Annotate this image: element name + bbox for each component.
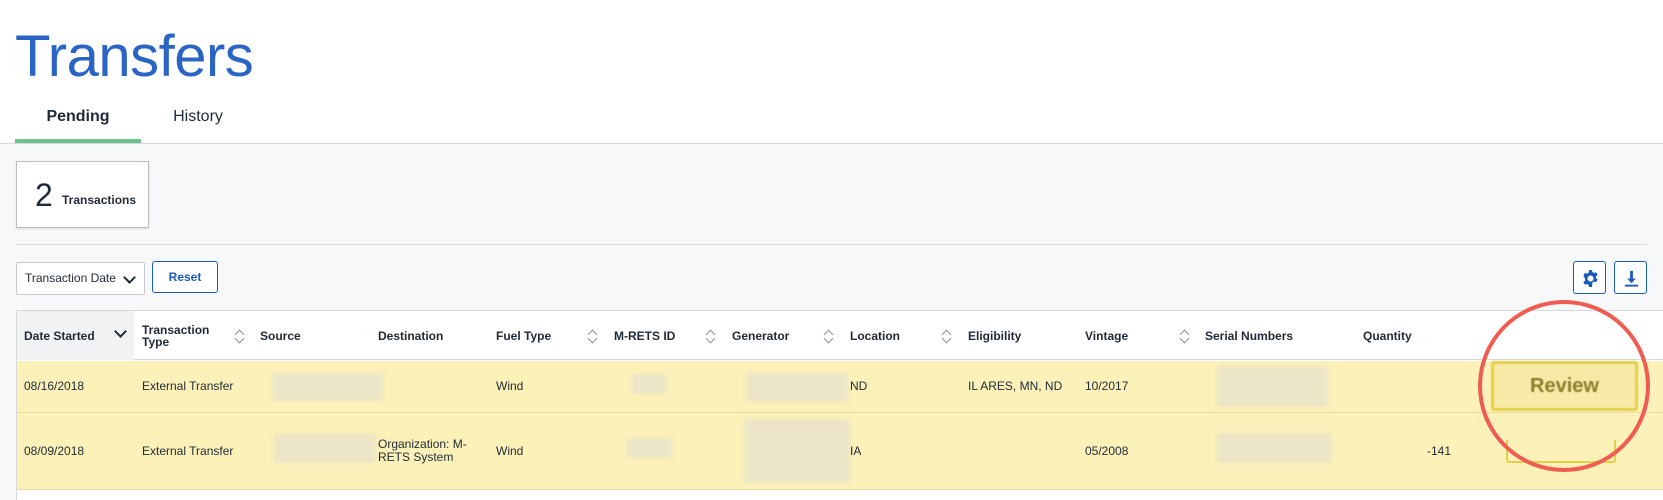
download-button[interactable] (1614, 261, 1647, 294)
review-button-secondary[interactable] (1506, 440, 1616, 463)
transaction-count-label: Transactions (62, 193, 137, 207)
cell-date-started: 08/16/2018 (17, 361, 134, 412)
sort-icon (234, 328, 246, 344)
col-mrets-id[interactable]: M-RETS ID (614, 311, 724, 360)
col-location[interactable]: Location (850, 311, 960, 360)
page-title: Transfers (15, 24, 254, 89)
col-date-started[interactable]: Date Started (17, 311, 134, 360)
redacted-mrets-id (627, 438, 672, 458)
col-serial-numbers-label: Serial Numbers (1205, 328, 1294, 343)
sort-icon (823, 328, 835, 344)
redacted-source (274, 434, 376, 463)
active-tab-indicator (15, 139, 141, 143)
cell-fuel-type: Wind (496, 443, 524, 458)
chevron-down-icon (123, 271, 136, 284)
sort-icon (1179, 328, 1191, 344)
col-transaction-type-label: Transaction Type (142, 322, 210, 349)
cell-destination: Organization: M-RETS System (378, 437, 467, 464)
table-row[interactable]: 08/09/2018 External Transfer Organizatio… (17, 413, 1663, 490)
sort-select[interactable]: Transaction Date (16, 262, 145, 295)
transaction-count-card: 2 Transactions (16, 161, 149, 228)
download-icon (1624, 270, 1639, 287)
col-transaction-type[interactable]: Transaction Type (142, 311, 247, 360)
table-row[interactable]: 08/16/2018 External Transfer Wind ND IL … (17, 361, 1663, 413)
table-header-row: Date Started Transaction Type Source Des… (17, 311, 1663, 360)
redacted-generator (746, 373, 848, 402)
sort-icon (587, 328, 599, 344)
col-destination-label: Destination (378, 328, 444, 343)
col-fuel-type-label: Fuel Type (496, 328, 552, 343)
col-fuel-type[interactable]: Fuel Type (496, 311, 606, 360)
cell-vintage: 05/2008 (1085, 443, 1129, 458)
sort-icon (941, 328, 953, 344)
page-header: Transfers Pending History (0, 0, 1663, 144)
cell-location: ND (850, 379, 868, 393)
col-vintage[interactable]: Vintage (1085, 311, 1195, 360)
transaction-count: 2 (35, 177, 53, 213)
cell-quantity: -141 (1427, 443, 1452, 458)
col-serial-numbers: Serial Numbers (1205, 311, 1345, 360)
cell-fuel-type: Wind (496, 379, 524, 393)
redacted-mrets-id (631, 374, 667, 394)
col-quantity: Quantity (1363, 311, 1463, 360)
reset-button[interactable]: Reset (152, 261, 218, 293)
tab-pending[interactable]: Pending (15, 104, 141, 144)
cell-location: IA (850, 443, 862, 458)
col-eligibility: Eligibility (968, 311, 1078, 360)
section-divider (16, 244, 1647, 245)
col-generator[interactable]: Generator (732, 311, 842, 360)
col-vintage-label: Vintage (1085, 328, 1129, 343)
gear-icon (1583, 269, 1598, 288)
col-source: Source (260, 311, 370, 360)
redacted-generator (744, 419, 850, 483)
cell-transaction-type: External Transfer (142, 443, 234, 458)
sort-select-value: Transaction Date (25, 271, 116, 285)
col-mrets-id-label: M-RETS ID (614, 328, 676, 343)
cell-vintage: 10/2017 (1085, 379, 1129, 393)
col-date-started-label: Date Started (24, 328, 95, 343)
cell-eligibility: IL ARES, MN, ND (968, 379, 1063, 393)
cell-date-started: 08/09/2018 (17, 413, 134, 489)
transactions-table: Date Started Transaction Type Source Des… (16, 310, 1663, 500)
col-quantity-label: Quantity (1363, 328, 1412, 343)
cell-transaction-type: External Transfer (142, 379, 234, 393)
sort-icon (705, 328, 717, 344)
col-destination: Destination (378, 311, 488, 360)
col-eligibility-label: Eligibility (968, 328, 1022, 343)
sort-desc-icon (114, 325, 127, 338)
cell-destination (378, 361, 488, 412)
col-location-label: Location (850, 328, 900, 343)
redacted-source (272, 373, 383, 401)
redacted-serial-numbers (1217, 433, 1332, 463)
col-generator-label: Generator (732, 328, 790, 343)
tab-history[interactable]: History (150, 104, 246, 144)
review-button[interactable]: Review (1491, 361, 1638, 411)
redacted-serial-numbers (1217, 367, 1328, 407)
col-source-label: Source (260, 328, 301, 343)
settings-button[interactable] (1573, 261, 1606, 294)
